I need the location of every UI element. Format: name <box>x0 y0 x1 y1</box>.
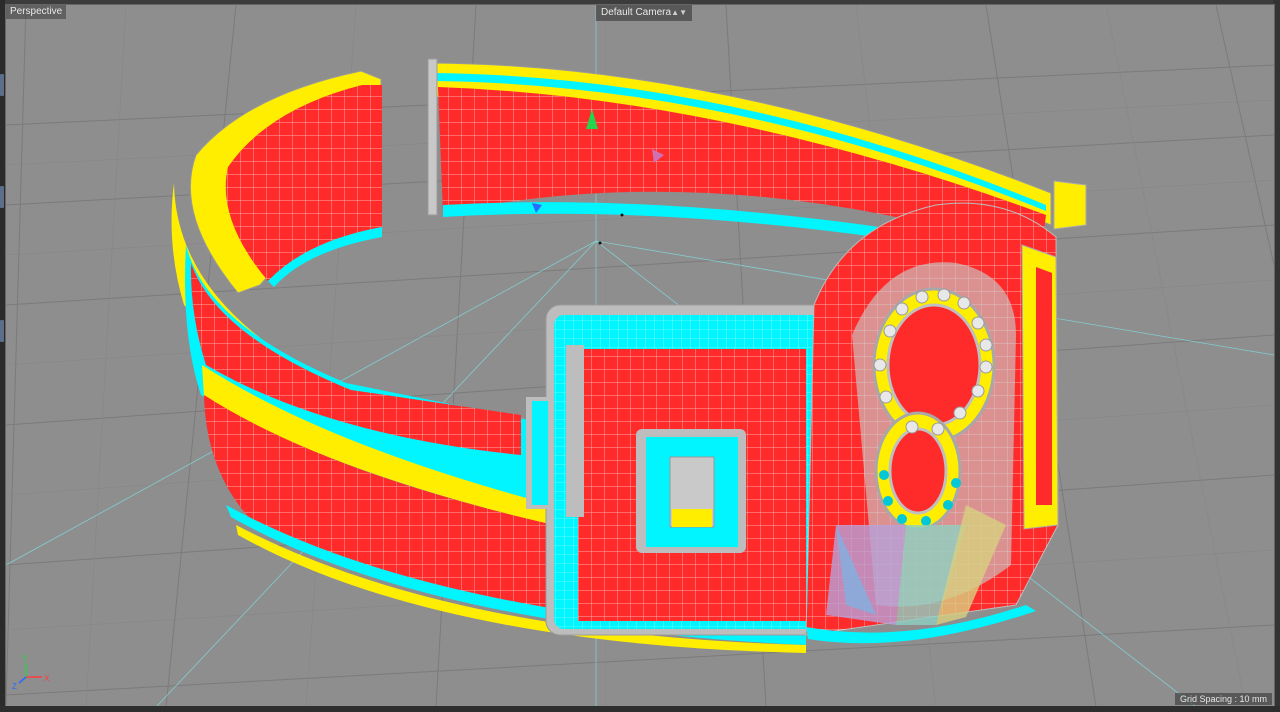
camera-dropdown-value: Default Camera <box>601 7 672 18</box>
bracelet-g-plate <box>526 304 837 636</box>
world-axis-indicator: X Y Z <box>12 654 50 691</box>
3d-viewport[interactable]: X Y Z Perspective Default Camera ▲▼ Grid… <box>5 4 1275 708</box>
camera-dropdown[interactable]: Default Camera ▲▼ <box>596 5 692 21</box>
up-down-arrows-icon: ▲▼ <box>671 8 687 17</box>
axis-label-x: X <box>44 674 50 683</box>
bracelet-clasp-medallion <box>805 180 1087 644</box>
axis-label-z: Z <box>12 682 17 691</box>
axis-label-y: Y <box>22 654 28 663</box>
bracelet-left-back <box>189 70 382 294</box>
cinema4d-app: X Y Z Perspective Default Camera ▲▼ Grid… <box>0 0 1280 712</box>
toolbar-tab[interactable] <box>0 186 4 208</box>
grid-spacing-readout: Grid Spacing : 10 mm <box>1174 693 1272 705</box>
toolbar-tab[interactable] <box>0 74 4 96</box>
view-mode-label[interactable]: Perspective <box>6 5 67 19</box>
toolbar-tab[interactable] <box>0 320 4 342</box>
bottom-toolbar-strip <box>0 706 1280 712</box>
viewport-canvas[interactable]: X Y Z <box>6 5 1274 707</box>
